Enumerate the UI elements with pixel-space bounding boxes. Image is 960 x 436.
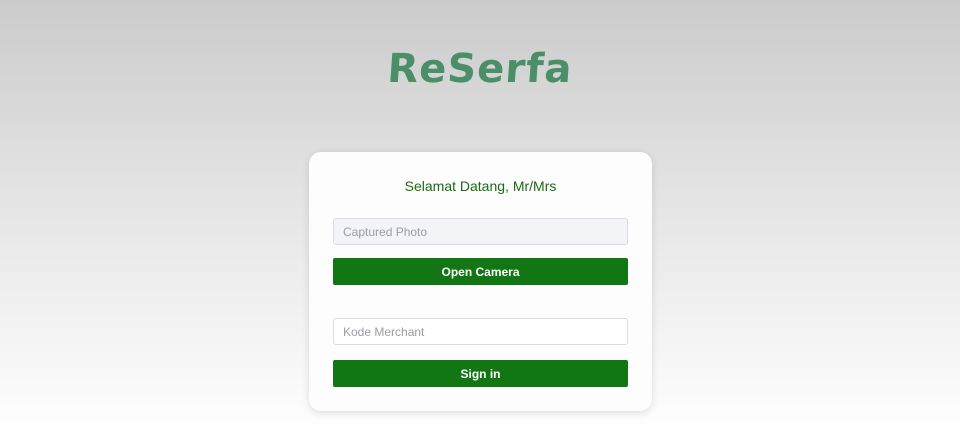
open-camera-button[interactable]: Open Camera xyxy=(333,258,628,285)
captured-photo-field[interactable] xyxy=(333,218,628,245)
sign-in-button[interactable]: Sign in xyxy=(333,360,628,387)
merchant-code-input[interactable] xyxy=(333,318,628,345)
welcome-heading: Selamat Datang, Mr/Mrs xyxy=(404,178,557,194)
login-card: Selamat Datang, Mr/Mrs Open Camera Sign … xyxy=(309,152,652,411)
app-logo: ReSerfa xyxy=(385,46,575,92)
